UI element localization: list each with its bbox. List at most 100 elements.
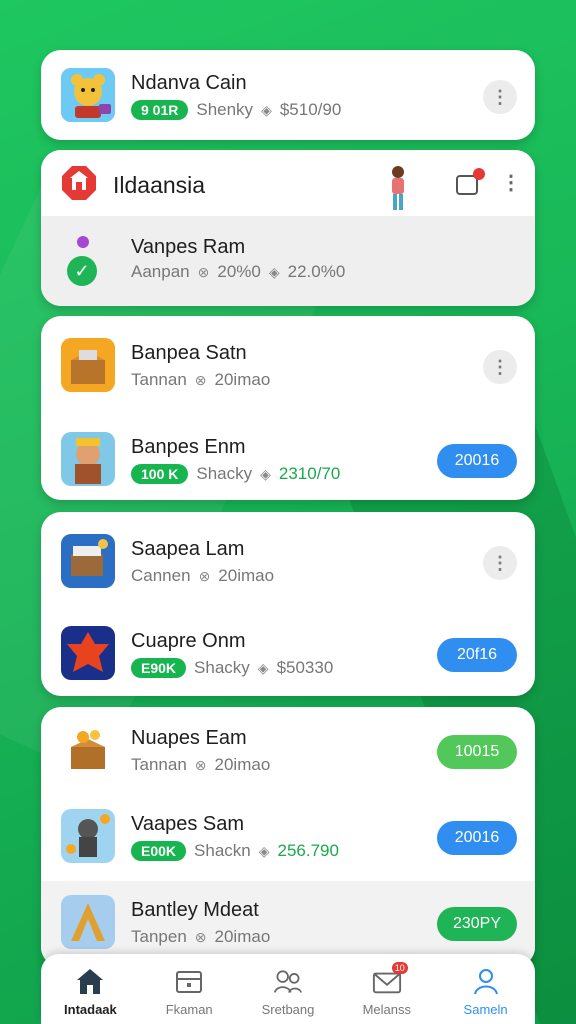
app-thumbnail (61, 432, 115, 486)
store-icon (61, 165, 97, 201)
meta-name: Aanpan (131, 262, 190, 281)
tab-label: Sretbang (261, 1002, 315, 1017)
list-item[interactable]: Ndanva Cain 9 01R Shenky ◈ $510/90 ⋮ (41, 54, 535, 134)
app-card-5[interactable]: Nuapes Eam Tannan ⊗ 20imao 10015 Vaapes … (41, 707, 535, 967)
meta-name: Shacky (194, 658, 250, 677)
tab-messages[interactable]: 10 Melanss (337, 954, 436, 1024)
more-options-button[interactable]: ⋮ (483, 546, 517, 580)
action-button[interactable]: 20016 (437, 444, 517, 478)
app-title: Vaapes Sam (131, 813, 245, 835)
app-meta: E00K Shackn ◈ 256.790 (131, 841, 339, 861)
app-meta: Tannan ⊗ 20imao (131, 755, 270, 775)
meta-value: 20%0 (217, 262, 261, 281)
more-options-button[interactable]: ⋮ (483, 350, 517, 384)
list-item[interactable]: Saapea Lam Cannen ⊗ 20imao ⋮ (41, 520, 535, 600)
count-badge: E90K (131, 658, 187, 678)
tab-label: Fkaman (165, 1002, 213, 1017)
action-button[interactable]: 230PY (437, 907, 517, 941)
app-title: Saapea Lam (131, 538, 245, 560)
tab-label: Sameln (463, 1002, 508, 1017)
notification-icon[interactable] (453, 166, 487, 205)
app-card-2[interactable]: Ildaansia ⋮ ✓ Vanpes Ram Aanpan ⊗ 20%0 ◈… (41, 150, 535, 306)
app-thumbnail (61, 895, 115, 949)
profile-icon (471, 966, 501, 996)
tab-label: Melanss (362, 1002, 411, 1017)
link-icon: ⊗ (194, 756, 207, 773)
status-dot (77, 236, 89, 248)
diamond-icon: ◈ (257, 659, 269, 676)
app-title: Ndanva Cain (131, 72, 247, 94)
link-icon: ⊗ (197, 263, 210, 280)
meta-value: 20imao (214, 927, 271, 946)
list-item[interactable]: Cuapre Onm E90K Shacky ◈ $50330 20f16 (41, 612, 535, 692)
diamond-icon: ◈ (261, 101, 272, 118)
mail-icon: 10 (372, 962, 408, 996)
list-item[interactable]: Banpea Satn Tannan ⊗ 20imao ⋮ (41, 324, 535, 404)
meta-value: 20imao (214, 755, 271, 774)
meta-name: Shackn (194, 841, 251, 860)
app-card-1[interactable]: Ndanva Cain 9 01R Shenky ◈ $510/90 ⋮ (41, 50, 535, 140)
app-title: Banpes Enm (131, 436, 246, 458)
more-options-button[interactable]: ⋮ (501, 170, 521, 195)
action-button[interactable]: 10015 (437, 735, 517, 769)
meta-value: 22.0%0 (287, 262, 346, 281)
count-badge: 100 K (131, 464, 189, 484)
app-thumbnail (61, 534, 115, 588)
app-meta: Aanpan ⊗ 20%0 ◈ 22.0%0 (131, 262, 345, 282)
list-item[interactable]: ✓ Vanpes Ram Aanpan ⊗ 20%0 ◈ 22.0%0 (41, 216, 535, 306)
tab-shop[interactable]: Fkaman (140, 954, 239, 1024)
app-meta: Tanpen ⊗ 20imao (131, 927, 270, 947)
card-header-title: Ildaansia (113, 172, 206, 198)
link-icon: ⊗ (194, 928, 207, 945)
diamond-icon: ◈ (268, 263, 280, 280)
app-thumbnail (61, 338, 115, 392)
action-button[interactable]: 20016 (437, 821, 517, 855)
app-thumbnail (61, 626, 115, 680)
app-card-3[interactable]: Banpea Satn Tannan ⊗ 20imao ⋮ Banpes Enm… (41, 316, 535, 500)
diamond-icon: ◈ (258, 842, 270, 859)
meta-value: 256.790 (277, 841, 339, 860)
more-options-button[interactable]: ⋮ (483, 80, 517, 114)
link-icon: ⊗ (194, 371, 207, 388)
meta-value: 20imao (214, 370, 271, 389)
app-thumbnail (61, 723, 115, 777)
app-title: Bantley Mdeat (131, 899, 259, 921)
tab-people[interactable]: Sretbang (239, 954, 338, 1024)
meta-name: Tanpen (131, 927, 187, 946)
count-badge: E00K (131, 841, 187, 861)
meta-value: 20imao (218, 566, 275, 585)
shop-icon (174, 966, 204, 996)
tab-profile[interactable]: Sameln (436, 954, 535, 1024)
meta-name: Tannan (131, 370, 187, 389)
app-title: Nuapes Eam (131, 727, 247, 749)
app-thumbnail (61, 68, 115, 122)
check-icon: ✓ (67, 256, 97, 286)
home-icon (75, 966, 105, 996)
app-meta: 100 K Shacky ◈ 2310/70 (131, 464, 340, 484)
action-button[interactable]: 20f16 (437, 638, 517, 672)
app-meta: Tannan ⊗ 20imao (131, 370, 270, 390)
tab-home[interactable]: Intadaak (41, 954, 140, 1024)
list-item[interactable]: Nuapes Eam Tannan ⊗ 20imao 10015 (41, 709, 535, 789)
list-item[interactable]: Vaapes Sam E00K Shackn ◈ 256.790 20016 (41, 795, 535, 875)
app-title: Banpea Satn (131, 342, 247, 364)
meta-name: Shenky (196, 100, 254, 119)
meta-name: Cannen (131, 566, 191, 585)
list-item[interactable]: Banpes Enm 100 K Shacky ◈ 2310/70 20016 (41, 418, 535, 498)
app-card-4[interactable]: Saapea Lam Cannen ⊗ 20imao ⋮ Cuapre Onm … (41, 512, 535, 696)
people-icon (273, 966, 303, 996)
app-meta: 9 01R Shenky ◈ $510/90 (131, 100, 341, 120)
notification-badge: 10 (391, 962, 408, 974)
app-thumbnail (61, 809, 115, 863)
card-header: Ildaansia ⋮ (41, 150, 535, 216)
link-icon: ⊗ (198, 567, 211, 584)
bottom-tab-bar: Intadaak Fkaman Sretbang 10 Melanss Same… (41, 954, 535, 1024)
count-badge: 9 01R (131, 100, 189, 120)
app-title: Cuapre Onm (131, 630, 246, 652)
app-title: Vanpes Ram (131, 236, 246, 258)
meta-value: 2310/70 (278, 464, 341, 483)
meta-value: $50330 (276, 658, 334, 677)
meta-name: Tannan (131, 755, 187, 774)
app-meta: Cannen ⊗ 20imao (131, 566, 274, 586)
diamond-icon: ◈ (260, 465, 271, 482)
